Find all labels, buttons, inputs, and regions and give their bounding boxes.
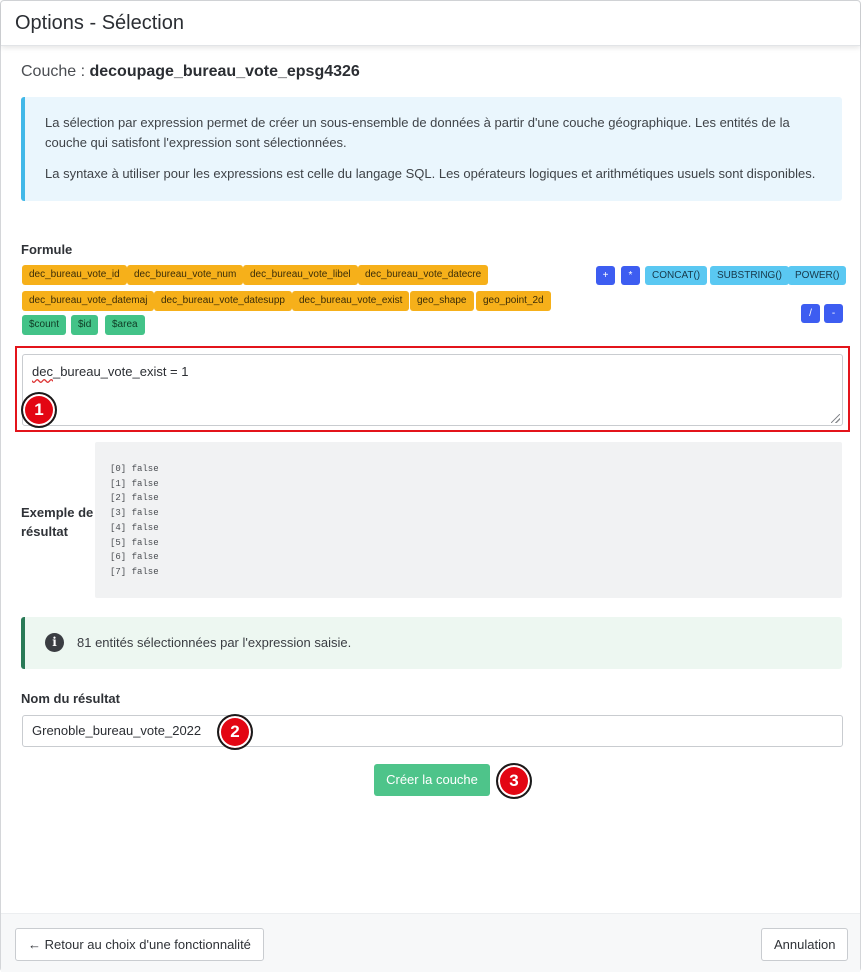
formula-expression-textarea[interactable]: dec_bureau_vote_exist = 1 [22, 354, 843, 426]
expression-spellcheck-part: dec [32, 364, 53, 379]
field-chip-dec-bureau-vote-num[interactable]: dec_bureau_vote_num [127, 265, 244, 285]
back-button[interactable]: ← Retour au choix d'une fonctionnalité [15, 928, 264, 961]
variable-chip-id[interactable]: $id [71, 315, 99, 335]
example-line: [2] false [110, 493, 159, 504]
field-chip-dec-bureau-vote-datesupp[interactable]: dec_bureau_vote_datesupp [154, 291, 292, 311]
cancel-button[interactable]: Annulation [761, 928, 849, 961]
step-badge-3: 3 [496, 763, 532, 799]
variable-chip-count[interactable]: $count [22, 315, 67, 335]
selection-count-text: 81 entités sélectionnées par l'expressio… [77, 635, 352, 650]
example-label: Exemple de résultat [21, 503, 93, 541]
field-chip-dec-bureau-vote-id[interactable]: dec_bureau_vote_id [22, 265, 127, 285]
field-chip-dec-bureau-vote-exist[interactable]: dec_bureau_vote_exist [292, 291, 410, 311]
function-substring-button[interactable]: SUBSTRING() [710, 266, 789, 285]
field-chip-geo-point-2d[interactable]: geo_point_2d [476, 291, 551, 311]
resize-grip-icon[interactable] [831, 414, 840, 423]
help-paragraph-2: La syntaxe à utiliser pour les expressio… [45, 166, 816, 181]
example-line: [7] false [110, 566, 159, 577]
function-power-button[interactable]: POWER() [788, 266, 847, 285]
result-name-label: Nom du résultat [21, 691, 120, 706]
help-info-box: La sélection par expression permet de cr… [21, 97, 842, 201]
operator-minus-button[interactable]: - [824, 304, 843, 323]
field-chip-dec-bureau-vote-datecre[interactable]: dec_bureau_vote_datecre [358, 265, 489, 285]
selection-count-message: i 81 entités sélectionnées par l'express… [21, 617, 842, 669]
example-line: [5] false [110, 537, 159, 548]
expression-rest: _bureau_vote_exist = 1 [52, 364, 189, 379]
selection-options-dialog: Options - Sélection Couche : decoupage_b… [0, 0, 861, 972]
dialog-header: Options - Sélection [1, 1, 860, 46]
formula-label: Formule [21, 242, 73, 257]
dialog-footer: ← Retour au choix d'une fonctionnalité A… [1, 913, 860, 972]
example-label-line1: Exemple de [21, 505, 94, 520]
result-name-input[interactable]: Grenoble_bureau_vote_2022 [22, 715, 843, 747]
example-line: [3] false [110, 508, 159, 519]
example-label-line2: résultat [21, 524, 68, 539]
field-chip-dec-bureau-vote-datemaj[interactable]: dec_bureau_vote_datemaj [22, 291, 155, 311]
variable-chip-area[interactable]: $area [105, 315, 145, 335]
field-chip-geo-shape[interactable]: geo_shape [410, 291, 474, 311]
example-line: [6] false [110, 552, 159, 563]
arrow-left-icon: ← [28, 937, 41, 952]
field-chip-dec-bureau-vote-libel[interactable]: dec_bureau_vote_libel [243, 265, 358, 285]
layer-label: Couche : [21, 63, 90, 80]
example-line: [1] false [110, 478, 159, 489]
example-line: [0] false [110, 464, 159, 474]
function-concat-button[interactable]: CONCAT() [645, 266, 708, 285]
layer-name: decoupage_bureau_vote_epsg4326 [89, 63, 360, 80]
create-layer-button[interactable]: Créer la couche [374, 764, 490, 796]
back-button-label: Retour au choix d'une fonctionnalité [44, 937, 251, 952]
example-line: [4] false [110, 522, 159, 533]
info-icon: i [45, 633, 64, 652]
dialog-title: Options - Sélection [15, 12, 184, 34]
layer-info: Couche : decoupage_bureau_vote_epsg4326 [21, 63, 360, 81]
help-paragraph-1: La sélection par expression permet de cr… [45, 115, 790, 150]
operator-plus-button[interactable]: + [596, 266, 615, 285]
example-result-panel: [0] false [1] false [2] false [3] false … [95, 442, 842, 598]
operator-divide-button[interactable]: / [801, 304, 820, 323]
step-badge-2: 2 [217, 714, 253, 750]
step-badge-1: 1 [21, 392, 57, 428]
operator-multiply-button[interactable]: * [621, 266, 640, 285]
